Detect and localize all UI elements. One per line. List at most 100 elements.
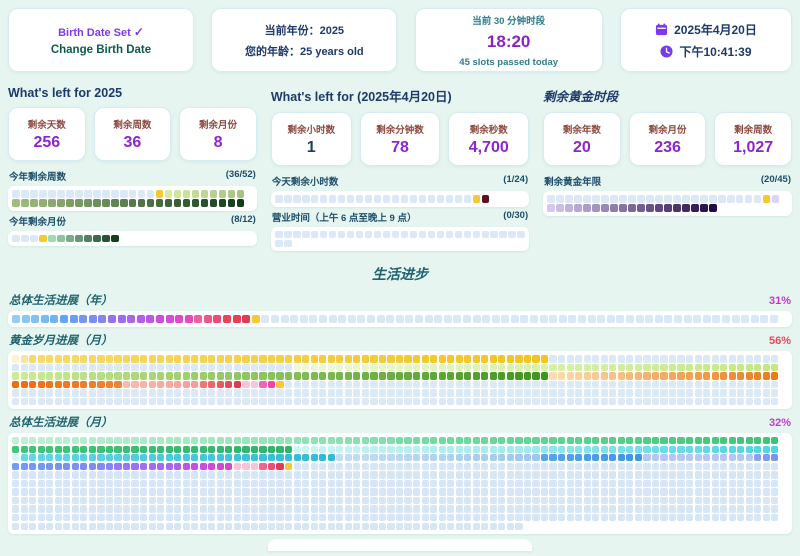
- progress-square: [532, 389, 539, 396]
- progress-square: [430, 480, 437, 487]
- progress-square: [549, 381, 556, 388]
- progress-square: [55, 463, 62, 470]
- progress-square: [84, 199, 92, 207]
- progress-square: [345, 437, 352, 444]
- progress-square: [38, 497, 45, 504]
- progress-square: [21, 190, 29, 198]
- progress-square: [353, 505, 360, 512]
- progress-square: [490, 381, 497, 388]
- progress-square: [686, 398, 693, 405]
- overall-months-section: 总体生活进展（月） 32%: [8, 414, 792, 534]
- progress-square: [541, 497, 548, 504]
- progress-square: [729, 437, 736, 444]
- progress-square: [673, 204, 681, 212]
- progress-square: [276, 505, 283, 512]
- progress-square: [574, 204, 582, 212]
- progress-square: [652, 454, 659, 461]
- progress-square: [183, 381, 190, 388]
- progress-square: [123, 364, 130, 371]
- progress-square: [259, 454, 266, 461]
- progress-square: [635, 389, 642, 396]
- progress-square: [97, 389, 104, 396]
- progress-square: [345, 480, 352, 487]
- progress-square: [691, 195, 699, 203]
- change-birth-date-button[interactable]: Change Birth Date: [51, 44, 151, 56]
- progress-square: [379, 471, 386, 478]
- progress-square: [720, 398, 727, 405]
- progress-square: [720, 437, 727, 444]
- progress-square: [345, 389, 352, 396]
- progress-square: [771, 505, 778, 512]
- progress-square: [700, 195, 708, 203]
- progress-square: [72, 463, 79, 470]
- progress-square: [89, 372, 96, 379]
- progress-square: [55, 446, 62, 453]
- progress-square: [261, 315, 269, 323]
- progress-square: [89, 355, 96, 362]
- progress-square: [39, 199, 47, 207]
- progress-square: [760, 315, 768, 323]
- progress-square: [592, 446, 599, 453]
- stat-card-minutes-left: 剩余分钟数 78: [360, 112, 441, 166]
- progress-square: [320, 195, 328, 203]
- progress-square: [507, 389, 514, 396]
- progress-square: [404, 355, 411, 362]
- progress-square: [285, 446, 292, 453]
- progress-square: [677, 398, 684, 405]
- progress-square: [166, 446, 173, 453]
- progress-square: [652, 446, 659, 453]
- progress-square: [669, 437, 676, 444]
- progress-square: [635, 471, 642, 478]
- progress-square: [131, 398, 138, 405]
- progress-square: [46, 381, 53, 388]
- progress-square: [396, 355, 403, 362]
- progress-square: [131, 389, 138, 396]
- section-label: 黄金岁月进展（月）: [9, 332, 113, 348]
- progress-square: [763, 381, 770, 388]
- progress-square: [131, 463, 138, 470]
- progress-square: [404, 488, 411, 495]
- progress-square: [114, 355, 121, 362]
- progress-square: [174, 497, 181, 504]
- progress-square: [549, 437, 556, 444]
- progress-square: [558, 505, 565, 512]
- section-percent: 31%: [769, 295, 791, 307]
- progress-square: [174, 199, 182, 207]
- progress-square: [225, 437, 232, 444]
- progress-square: [439, 446, 446, 453]
- progress-square: [396, 437, 403, 444]
- progress-square: [712, 514, 719, 521]
- progress-square: [771, 488, 778, 495]
- progress-square: [29, 505, 36, 512]
- progress-square: [524, 381, 531, 388]
- progress-square: [120, 190, 128, 198]
- progress-square: [524, 454, 531, 461]
- progress-square: [131, 480, 138, 487]
- progress-square: [137, 315, 145, 323]
- progress-square: [387, 523, 394, 530]
- progress-square: [55, 471, 62, 478]
- progress-square: [592, 471, 599, 478]
- progress-square: [771, 471, 778, 478]
- progress-square: [481, 471, 488, 478]
- progress-square: [754, 497, 761, 504]
- progress-square: [392, 231, 400, 239]
- overall-years-grid: [8, 311, 792, 327]
- progress-square: [72, 355, 79, 362]
- progress-square: [575, 505, 582, 512]
- progress-square: [293, 231, 301, 239]
- progress-square: [175, 315, 183, 323]
- progress-square: [422, 381, 429, 388]
- progress-square: [80, 381, 87, 388]
- progress-square: [38, 471, 45, 478]
- progress-square: [328, 437, 335, 444]
- progress-square: [89, 471, 96, 478]
- progress-square: [367, 315, 375, 323]
- progress-square: [234, 446, 241, 453]
- progress-square: [319, 497, 326, 504]
- progress-square: [38, 364, 45, 371]
- check-icon: ✓: [134, 25, 144, 39]
- progress-square: [217, 398, 224, 405]
- progress-square: [618, 437, 625, 444]
- progress-square: [453, 315, 461, 323]
